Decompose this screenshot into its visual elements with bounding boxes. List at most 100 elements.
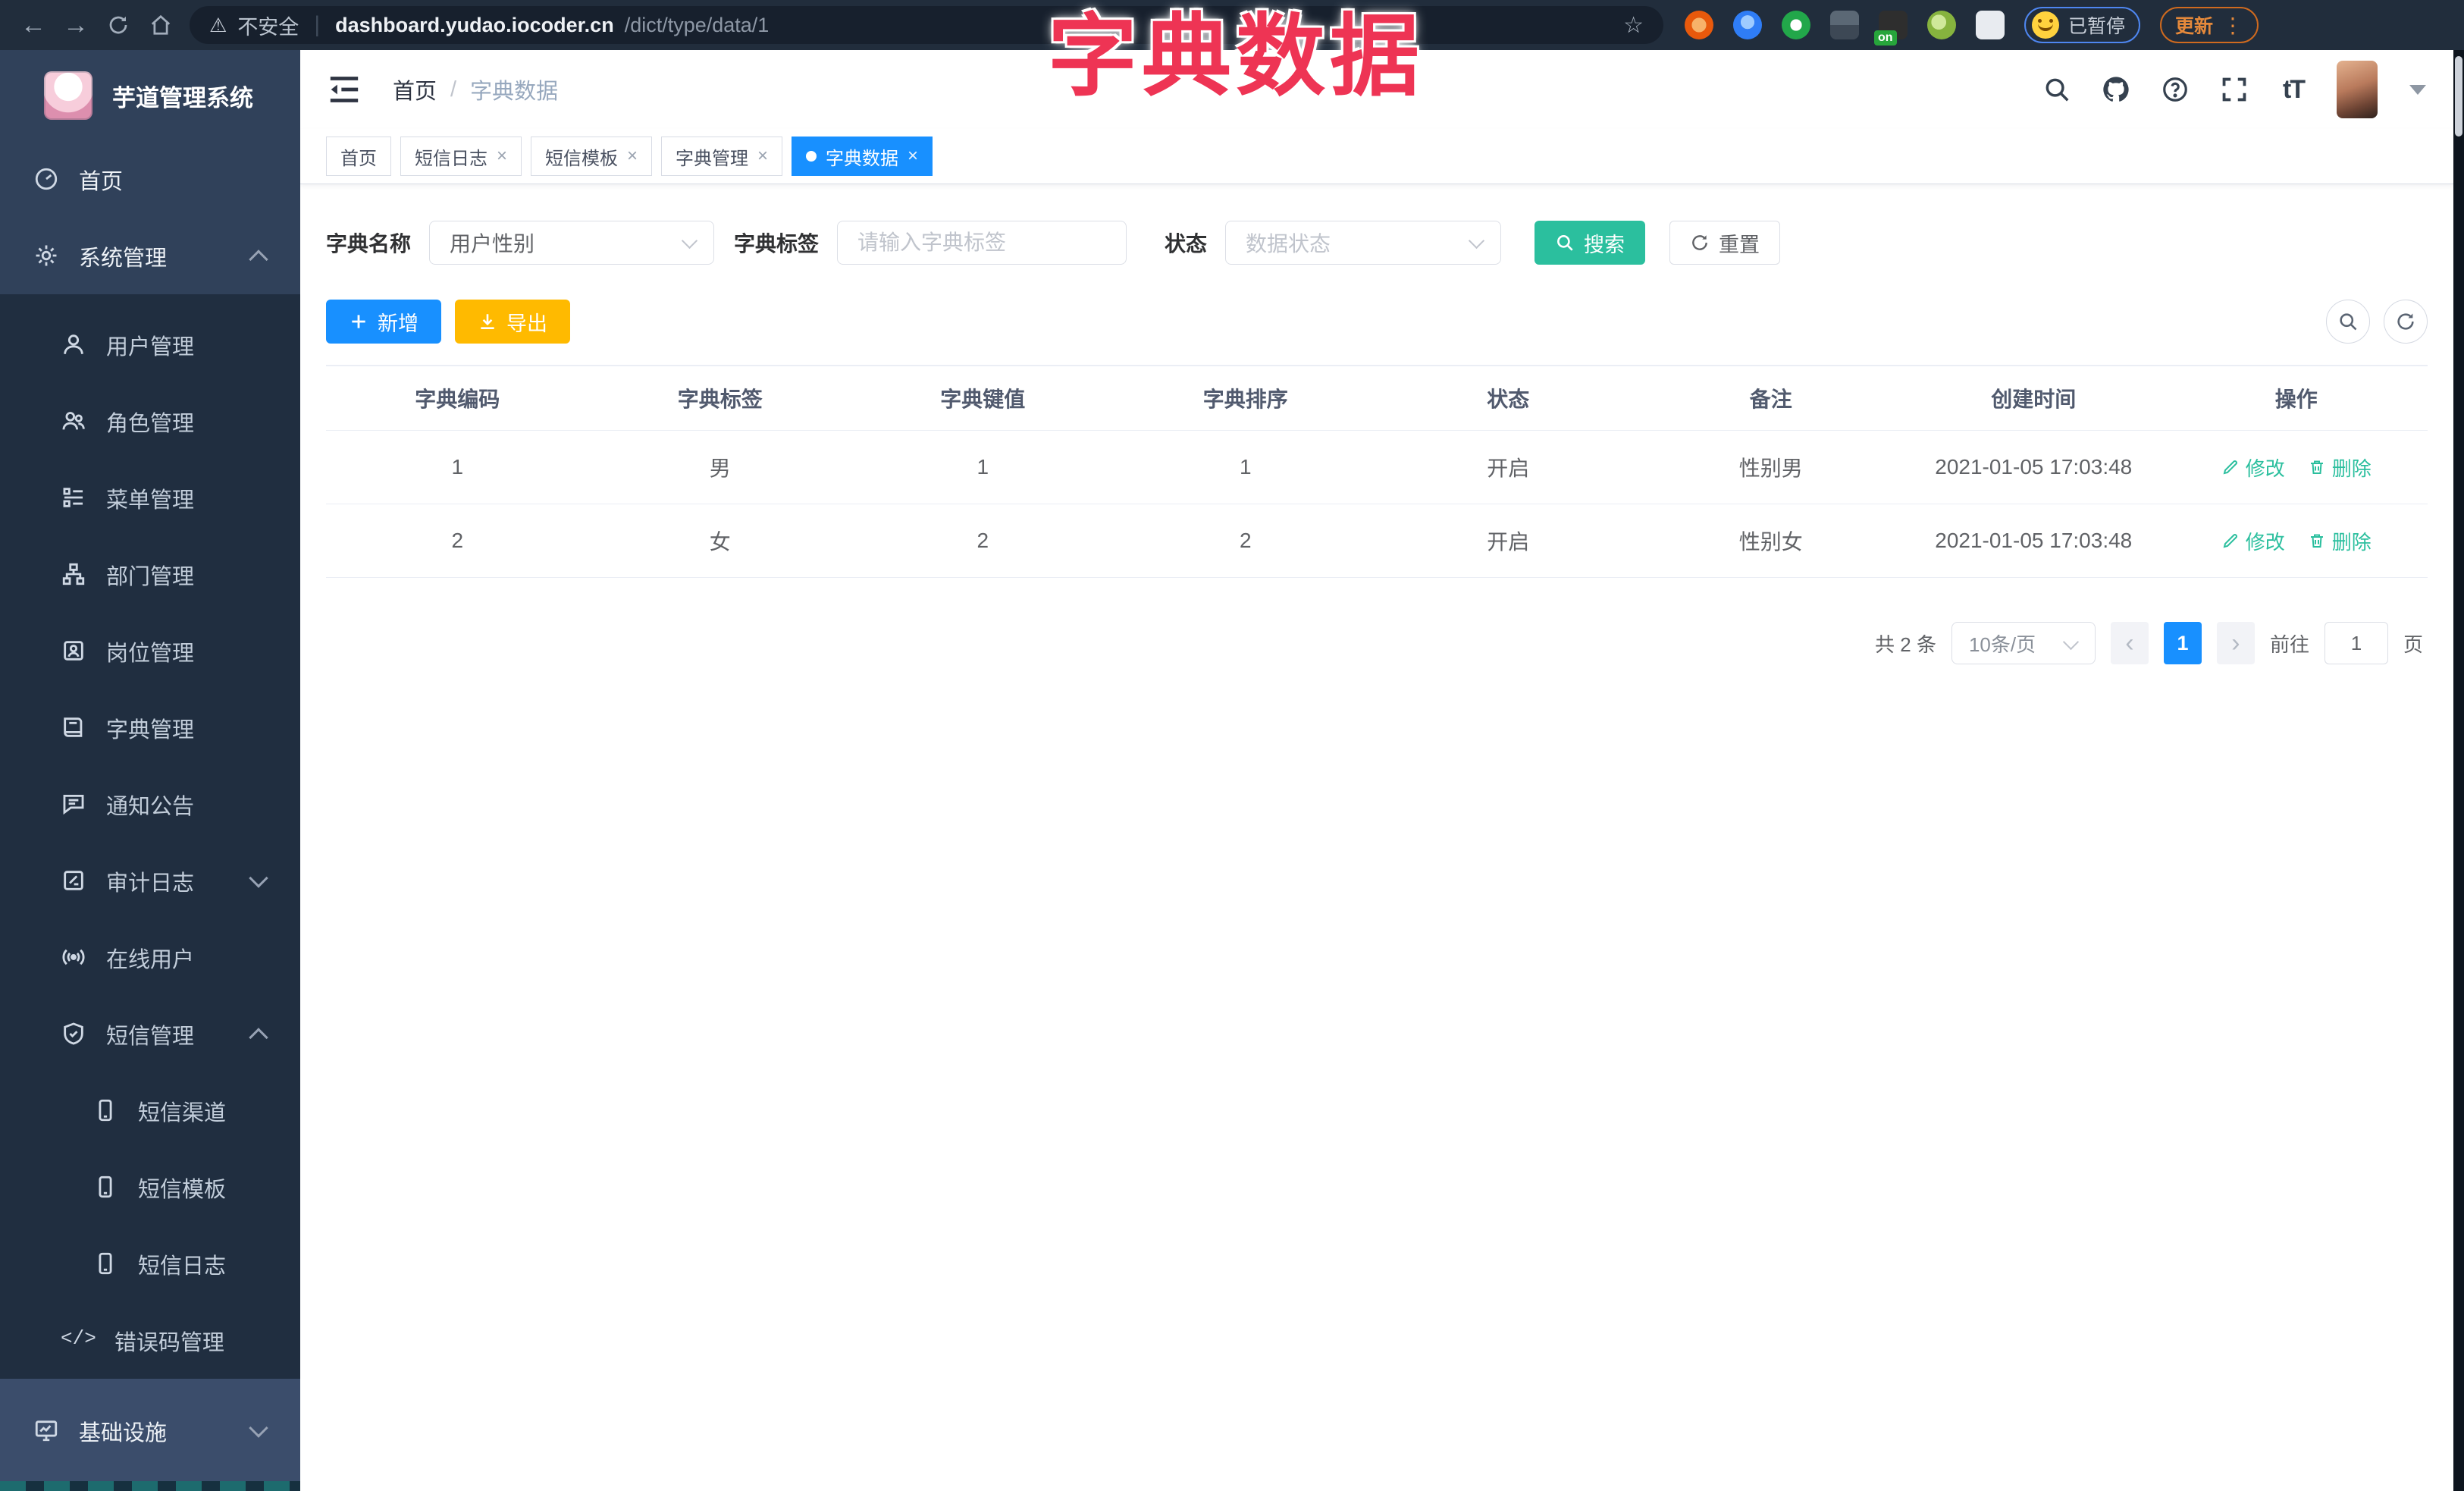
sidebar-item-sms-mgmt[interactable]: 短信管理 [0, 996, 300, 1072]
extension-icon-dark-on[interactable]: on [1874, 11, 1908, 46]
tab-dict-data-active[interactable]: 字典数据 × [792, 137, 933, 176]
browser-update-button[interactable]: 更新 ⋮ [2160, 7, 2259, 43]
reset-button[interactable]: 重置 [1669, 221, 1781, 265]
sidebar-item-error-code[interactable]: </> 错误码管理 [0, 1302, 300, 1379]
sidebar-item-home[interactable]: 首页 [0, 141, 300, 218]
cell-remark: 性别女 [1639, 504, 1902, 578]
extension-icon-orange[interactable] [1685, 11, 1713, 39]
header-search-icon[interactable] [2041, 74, 2073, 105]
fullscreen-icon[interactable] [2218, 74, 2250, 105]
system-submenu: 用户管理 角色管理 菜单管理 部门管理 岗位管理 字典管理 通知公告 审计日志 … [0, 294, 300, 1379]
sidebar-item-menu-mgmt[interactable]: 菜单管理 [0, 460, 300, 536]
sidebar-item-role-mgmt[interactable]: 角色管理 [0, 383, 300, 460]
add-button[interactable]: 新增 [326, 300, 441, 344]
search-icon [1557, 235, 1573, 251]
sidebar-collapse-button[interactable] [328, 74, 361, 105]
user-avatar[interactable] [2337, 61, 2378, 118]
tab-dict-mgmt[interactable]: 字典管理 × [661, 137, 783, 176]
help-icon[interactable] [2159, 74, 2191, 105]
sidebar-item-label: 在线用户 [106, 947, 195, 972]
close-icon[interactable]: × [497, 146, 507, 167]
sidebar-item-sms-channel[interactable]: 短信渠道 [0, 1072, 300, 1149]
export-button[interactable]: 导出 [455, 300, 570, 344]
sidebar-item-infrastructure[interactable]: 基础设施 [0, 1392, 300, 1469]
browser-profile-chip[interactable]: 已暂停 [2024, 7, 2141, 43]
edit-link[interactable]: 修改 [2221, 527, 2285, 555]
message-bubble-icon [61, 791, 88, 818]
tab-home[interactable]: 首页 [326, 137, 391, 176]
status-select[interactable]: 数据状态 [1225, 221, 1502, 265]
org-tree-icon [61, 561, 88, 589]
header-actions: tT [2041, 61, 2426, 118]
extension-icon-green-check[interactable] [1782, 11, 1810, 39]
close-icon[interactable]: × [757, 146, 768, 167]
status-placeholder: 数据状态 [1246, 232, 1331, 256]
home-icon [151, 14, 171, 35]
sidebar-item-system-mgmt[interactable]: 系统管理 [0, 218, 300, 294]
sidebar-item-label: 用户管理 [106, 334, 195, 359]
sidebar-item-user-mgmt[interactable]: 用户管理 [0, 306, 300, 383]
sidebar-item-sms-log[interactable]: 短信日志 [0, 1226, 300, 1302]
tab-sms-template[interactable]: 短信模板 × [531, 137, 653, 176]
extension-icon-green-leaf[interactable] [1927, 11, 1956, 39]
prev-page-button[interactable]: ‹ [2110, 622, 2149, 664]
dict-label-input[interactable] [837, 221, 1127, 265]
address-bar[interactable]: ⚠ 不安全 | dashboard.yudao.iocoder.cn/dict/… [190, 6, 1663, 44]
extensions-puzzle-icon[interactable] [1976, 11, 2005, 39]
address-separator: | [314, 12, 321, 37]
sidebar-item-notice[interactable]: 通知公告 [0, 766, 300, 843]
avatar-caret-icon[interactable] [2409, 84, 2426, 95]
bookmark-star-icon[interactable]: ☆ [1623, 12, 1644, 39]
sidebar-item-online-users[interactable]: 在线用户 [0, 919, 300, 996]
sidebar-item-dict-mgmt[interactable]: 字典管理 [0, 689, 300, 766]
toggle-search-button[interactable] [2326, 300, 2370, 344]
delete-link[interactable]: 删除 [2308, 454, 2372, 482]
filter-form: 字典名称 用户性别 字典标签 状态 数据状态 搜索 重置 [300, 184, 2453, 265]
breadcrumb: 首页 / 字典数据 [393, 74, 558, 105]
sidebar-item-sms-template[interactable]: 短信模板 [0, 1149, 300, 1226]
close-icon[interactable]: × [908, 146, 918, 167]
scrollbar-thumb[interactable] [2455, 56, 2462, 137]
refresh-table-button[interactable] [2384, 300, 2428, 344]
delete-link[interactable]: 删除 [2308, 527, 2372, 555]
sidebar-item-label: 岗位管理 [106, 641, 195, 666]
column-header: 字典键值 [851, 366, 1114, 431]
app-title: 芋道管理系统 [112, 84, 253, 111]
security-warning-icon: ⚠ [209, 13, 227, 36]
font-size-icon[interactable]: tT [2277, 74, 2309, 105]
current-page-button[interactable]: 1 [2163, 622, 2202, 664]
table-row: 1 男 1 1 开启 性别男 2021-01-05 17:03:48 修改 删除 [326, 431, 2428, 504]
breadcrumb-home[interactable]: 首页 [393, 74, 437, 105]
edit-link[interactable]: 修改 [2221, 454, 2285, 482]
browser-scrollbar[interactable] [2453, 50, 2464, 1491]
search-button[interactable]: 搜索 [1535, 221, 1646, 265]
next-page-button[interactable]: › [2216, 622, 2255, 664]
extension-icon-blue-pin[interactable] [1733, 11, 1762, 39]
column-header: 状态 [1377, 366, 1640, 431]
chevron-down-icon [249, 868, 268, 888]
browser-reload-button[interactable] [97, 7, 140, 43]
browser-back-button[interactable]: ← [12, 7, 55, 43]
sidebar-item-dept-mgmt[interactable]: 部门管理 [0, 536, 300, 613]
sidebar-item-post-mgmt[interactable]: 岗位管理 [0, 613, 300, 689]
dict-name-select[interactable]: 用户性别 [429, 221, 715, 265]
sidebar-item-audit-log[interactable]: 审计日志 [0, 843, 300, 919]
extension-icon-gray-bars[interactable] [1830, 11, 1859, 39]
pagination: 共 2 条 10条/页 ‹ 1 › 前往 页 [300, 578, 2453, 664]
tab-sms-log[interactable]: 短信日志 × [400, 137, 522, 176]
row-actions: 修改 删除 [2221, 454, 2372, 482]
main-area: 首页 / 字典数据 tT 首页 短信日志 × 短信模板 × 字典管理 × 字典数… [300, 50, 2453, 1491]
browser-home-button[interactable] [140, 7, 182, 43]
audit-log-icon [61, 868, 88, 895]
goto-page-input[interactable] [2324, 622, 2388, 664]
breadcrumb-current: 字典数据 [470, 80, 559, 104]
page-size-select[interactable]: 10条/页 [1951, 622, 2096, 664]
browser-forward-button[interactable]: → [55, 7, 97, 43]
on-badge: on [1874, 30, 1897, 46]
browser-menu-icon[interactable]: ⋮ [2222, 13, 2243, 38]
github-icon[interactable] [2100, 74, 2132, 105]
close-icon[interactable]: × [627, 146, 638, 167]
app-logo-row[interactable]: 芋道管理系统 [0, 50, 300, 141]
tab-label: 字典数据 [826, 148, 899, 169]
id-badge-icon [61, 638, 88, 665]
